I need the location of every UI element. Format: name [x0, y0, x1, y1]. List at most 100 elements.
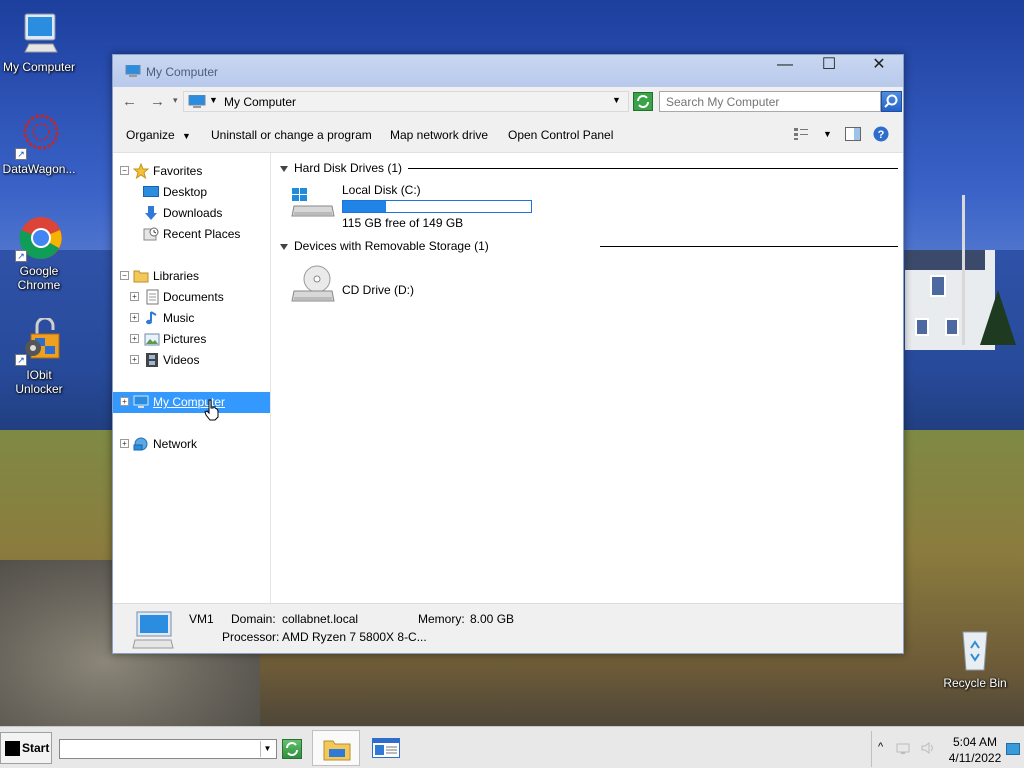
- desktop-icon: [143, 184, 159, 200]
- taskbar: Start ▼ ^ 5:04 AM 4/11/2022: [0, 726, 1024, 768]
- refresh-icon[interactable]: [633, 92, 653, 114]
- maximize-button[interactable]: ☐: [805, 55, 853, 77]
- group-separator: [600, 246, 898, 247]
- search-button[interactable]: [881, 91, 902, 112]
- minimize-button[interactable]: —: [761, 55, 809, 77]
- nav-item-downloads[interactable]: Downloads: [113, 203, 270, 224]
- star-icon: [132, 162, 150, 180]
- view-dropdown-icon[interactable]: ▼: [823, 129, 832, 139]
- search-field[interactable]: [659, 91, 881, 112]
- expand-icon[interactable]: +: [130, 355, 139, 364]
- nav-item-favorites[interactable]: − Favorites: [113, 161, 270, 182]
- taskbar-app-window[interactable]: [362, 730, 410, 766]
- system-tray: ^ 5:04 AM 4/11/2022: [871, 731, 1024, 767]
- clock-date[interactable]: 4/11/2022: [946, 751, 1004, 765]
- view-options-icon[interactable]: [793, 127, 809, 144]
- collapse-triangle-icon: [280, 243, 288, 250]
- group-header-removable-storage[interactable]: Devices with Removable Storage (1): [280, 239, 489, 253]
- desktop-icon-recycle-bin[interactable]: Recycle Bin: [936, 626, 1014, 690]
- chrome-icon: ↗: [15, 214, 63, 262]
- address-text: My Computer: [224, 95, 297, 109]
- address-bar: ← → ▾ ▼ My Computer ▼: [113, 87, 903, 117]
- memory-value: 8.00 GB: [470, 612, 515, 626]
- help-icon[interactable]: ?: [873, 126, 889, 145]
- content-pane: Hard Disk Drives (1) Local Disk (C:) 115…: [272, 153, 903, 603]
- start-button[interactable]: Start: [0, 732, 52, 764]
- close-button[interactable]: ✕: [855, 55, 903, 77]
- nav-item-libraries[interactable]: − Libraries: [113, 266, 270, 287]
- back-arrow-icon[interactable]: ←: [122, 93, 137, 110]
- download-arrow-icon: [143, 205, 159, 221]
- map-network-drive-button[interactable]: Map network drive: [390, 128, 488, 142]
- iobit-unlocker-icon: ↗: [15, 316, 63, 366]
- start-square-icon: [5, 741, 20, 756]
- clock-time[interactable]: 5:04 AM: [950, 735, 1000, 749]
- monitor-icon: [133, 394, 149, 410]
- computer-name: VM1: [189, 612, 214, 626]
- nav-item-my-computer[interactable]: + My Computer: [113, 392, 270, 413]
- drive-item-local-disk-c[interactable]: Local Disk (C:) 115 GB free of 149 GB: [290, 183, 550, 230]
- svg-text:?: ?: [878, 129, 885, 141]
- forward-arrow-icon[interactable]: →: [150, 93, 165, 110]
- run-command-input[interactable]: [60, 740, 260, 758]
- run-go-button[interactable]: [282, 739, 302, 759]
- desktop-icon-datawagon[interactable]: ↗ DataWagon...: [0, 112, 78, 176]
- details-pane: VM1 Domain: collabnet.local Memory: 8.00…: [113, 603, 903, 653]
- drive-free-space: 115 GB free of 149 GB: [342, 216, 464, 230]
- collapse-icon[interactable]: −: [120, 166, 129, 175]
- taskbar-app-file-explorer[interactable]: [312, 730, 360, 766]
- collapse-icon[interactable]: −: [120, 271, 129, 280]
- network-tray-icon[interactable]: [896, 741, 914, 758]
- nav-item-music[interactable]: + Music: [113, 308, 270, 329]
- recent-places-icon: [143, 226, 159, 242]
- search-input[interactable]: [660, 92, 860, 111]
- desktop-wallpaper-window: [945, 318, 959, 336]
- group-separator: [408, 168, 898, 169]
- domain-value: collabnet.local: [282, 612, 359, 626]
- desktop-wallpaper-window: [915, 318, 929, 336]
- nav-item-videos[interactable]: + Videos: [113, 350, 270, 371]
- group-header-hard-disk-drives[interactable]: Hard Disk Drives (1): [280, 161, 402, 175]
- run-command-box[interactable]: [59, 739, 277, 759]
- desktop-icon-google-chrome[interactable]: ↗ Google Chrome: [0, 214, 78, 292]
- desktop-icon-iobit-unlocker[interactable]: ↗ IObit Unlocker: [0, 316, 78, 396]
- expand-icon[interactable]: +: [130, 292, 139, 301]
- organize-label: Organize: [126, 128, 175, 142]
- address-dropdown-icon[interactable]: ▼: [612, 95, 621, 105]
- picture-icon: [144, 331, 160, 347]
- nav-item-pictures[interactable]: + Pictures: [113, 329, 270, 350]
- show-hidden-icons-button[interactable]: ^: [878, 741, 883, 753]
- drive-name: Local Disk (C:): [342, 183, 421, 197]
- run-dropdown-icon[interactable]: ▼: [260, 741, 274, 757]
- desktop-wallpaper-flagpole: [962, 195, 965, 345]
- network-icon: [133, 436, 149, 452]
- preview-pane-icon[interactable]: [845, 127, 861, 144]
- computer-monitor-icon: [131, 610, 175, 653]
- breadcrumb-chevron-icon[interactable]: ▼: [209, 95, 218, 105]
- hard-drive-windows-icon: [290, 186, 336, 223]
- nav-item-documents[interactable]: + Documents: [113, 287, 270, 308]
- nav-item-recent-places[interactable]: Recent Places: [113, 224, 270, 245]
- monitor-icon: [15, 10, 63, 58]
- expand-icon[interactable]: +: [130, 313, 139, 322]
- expand-icon[interactable]: +: [120, 439, 129, 448]
- volume-tray-icon[interactable]: [920, 741, 938, 758]
- show-desktop-button[interactable]: [1006, 743, 1020, 755]
- desktop-icon-my-computer[interactable]: My Computer: [0, 10, 78, 74]
- nav-item-desktop[interactable]: Desktop: [113, 182, 270, 203]
- recent-pages-chevron-icon[interactable]: ▾: [173, 95, 178, 106]
- drive-item-cd-drive-d[interactable]: CD Drive (D:): [290, 265, 490, 311]
- collapse-triangle-icon: [280, 165, 288, 172]
- document-icon: [144, 289, 160, 305]
- expand-icon[interactable]: +: [130, 334, 139, 343]
- title-bar[interactable]: My Computer — ☐ ✕: [113, 55, 903, 87]
- address-field[interactable]: ▼ My Computer ▼: [183, 91, 629, 112]
- expand-icon[interactable]: +: [120, 397, 129, 406]
- open-control-panel-button[interactable]: Open Control Panel: [508, 128, 613, 142]
- organize-button[interactable]: Organize ▼: [126, 128, 191, 142]
- command-bar: Organize ▼ Uninstall or change a program…: [113, 117, 903, 153]
- drive-name: CD Drive (D:): [342, 283, 414, 297]
- nav-item-network[interactable]: + Network: [113, 434, 270, 455]
- uninstall-program-button[interactable]: Uninstall or change a program: [211, 128, 372, 142]
- music-note-icon: [144, 310, 160, 326]
